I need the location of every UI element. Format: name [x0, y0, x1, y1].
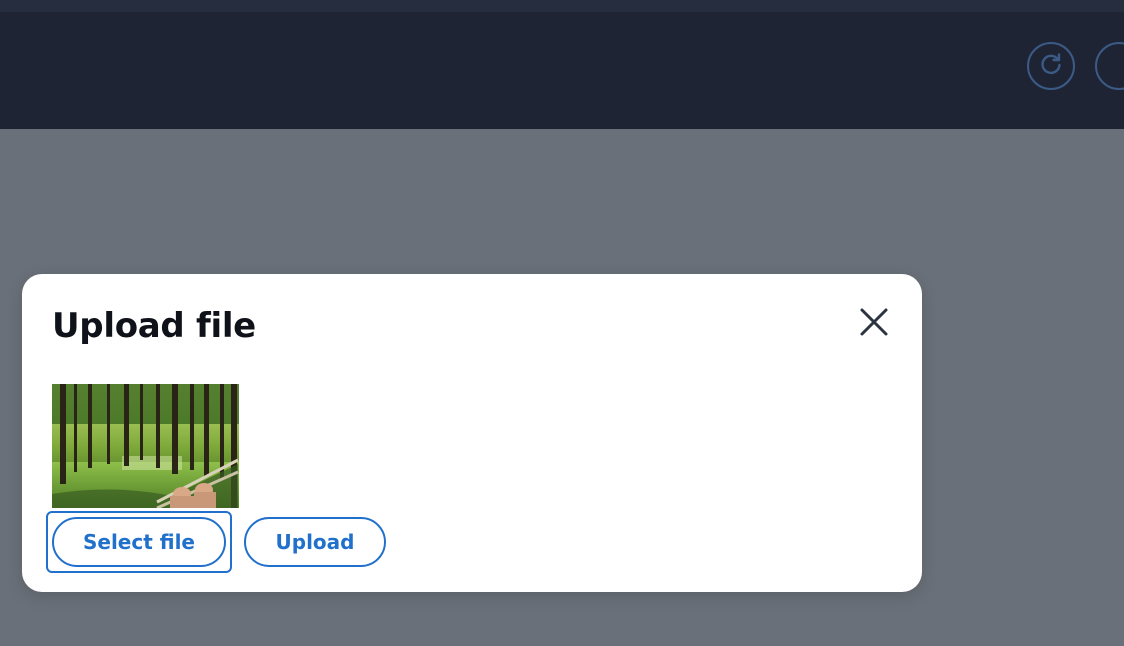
close-button[interactable]	[856, 306, 892, 342]
app-header	[0, 12, 1124, 129]
select-file-button[interactable]: Select file	[52, 517, 226, 567]
top-strip	[0, 0, 1124, 12]
dialog-title: Upload file	[52, 306, 256, 346]
upload-dialog: Upload file Select file Upload	[22, 274, 922, 592]
upload-button[interactable]: Upload	[244, 517, 386, 567]
image-preview	[52, 384, 239, 508]
refresh-button[interactable]	[1027, 42, 1075, 90]
forest-hammock-image	[52, 384, 239, 508]
refresh-icon	[1038, 51, 1064, 81]
close-icon	[859, 307, 889, 341]
account-button[interactable]	[1095, 42, 1124, 90]
